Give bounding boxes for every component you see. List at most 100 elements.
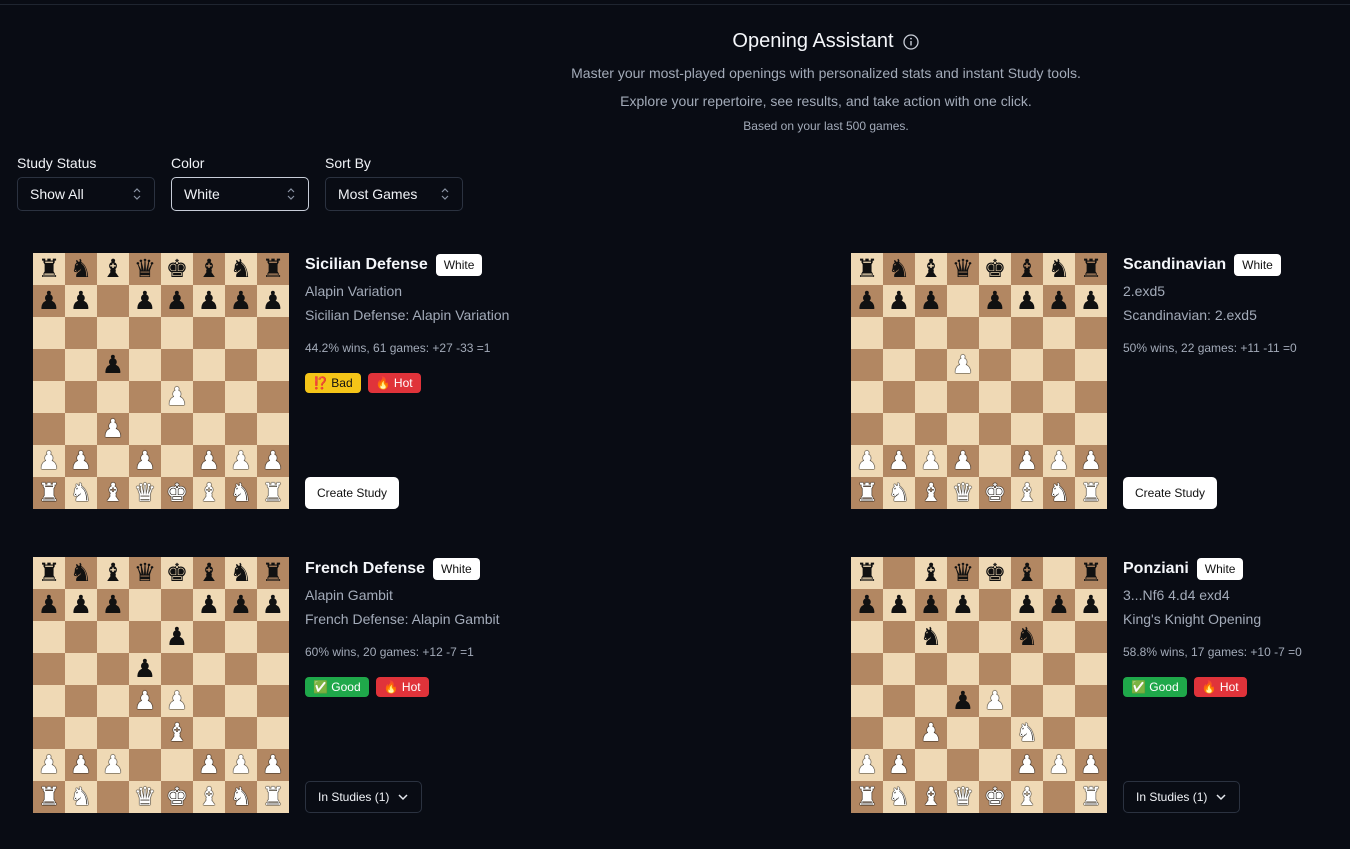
board-square: [1075, 653, 1107, 685]
board-square: [1043, 653, 1075, 685]
black-pawn-icon: ♟: [197, 286, 221, 315]
board-square: ♛: [129, 477, 161, 509]
board-square: ♝: [193, 253, 225, 285]
board-square: [1043, 717, 1075, 749]
black-pawn-icon: ♟: [133, 654, 157, 683]
board-square: [979, 381, 1011, 413]
board-square: ♝: [97, 253, 129, 285]
white-bishop-icon: ♝: [165, 718, 189, 747]
black-pawn-icon: ♟: [197, 590, 221, 619]
study-status-select[interactable]: Show All: [17, 177, 155, 211]
board-square: ♞: [65, 477, 97, 509]
board-square: [979, 413, 1011, 445]
board-square: [851, 317, 883, 349]
board-square: [947, 621, 979, 653]
board-square: [883, 621, 915, 653]
board-square: ♟: [129, 445, 161, 477]
board-square: [33, 685, 65, 717]
board-square: [915, 349, 947, 381]
board-square: ♜: [1075, 253, 1107, 285]
board-square: [883, 717, 915, 749]
white-pawn-icon: ♟: [1047, 750, 1071, 779]
board-square: [193, 621, 225, 653]
black-pawn-icon: ♟: [1015, 590, 1039, 619]
black-knight-icon: ♞: [1047, 254, 1071, 283]
board-square: ♜: [1075, 781, 1107, 813]
board-square: ♚: [979, 557, 1011, 589]
board-square: [257, 317, 289, 349]
board-square: [65, 317, 97, 349]
white-bishop-icon: ♝: [919, 478, 943, 507]
board-square: ♞: [1043, 477, 1075, 509]
board-square: [193, 685, 225, 717]
board-square: [193, 413, 225, 445]
page-title: Opening Assistant: [732, 30, 894, 52]
black-pawn-icon: ♟: [1079, 286, 1103, 315]
black-rook-icon: ♜: [37, 558, 61, 587]
board-square: ♞: [225, 781, 257, 813]
chevron-down-icon: [1216, 794, 1226, 801]
board-square: [1043, 317, 1075, 349]
card-action: In Studies (1): [305, 781, 423, 813]
board-square: ♜: [33, 557, 65, 589]
board-square: ♛: [947, 781, 979, 813]
board-square: ♜: [257, 477, 289, 509]
board-square: ♟: [97, 349, 129, 381]
board-square: [1011, 413, 1043, 445]
board-square: ♜: [1075, 477, 1107, 509]
create-study-button[interactable]: Create Study: [305, 477, 400, 509]
board-square: [1043, 781, 1075, 813]
black-pawn-icon: ♟: [951, 686, 975, 715]
in-studies-dropdown[interactable]: In Studies (1): [305, 781, 423, 813]
white-pawn-icon: ♟: [887, 446, 911, 475]
opening-full-name: French Defense: Alapin Gambit: [305, 611, 500, 627]
board-square: [947, 653, 979, 685]
black-pawn-icon: ♟: [887, 286, 911, 315]
white-rook-icon: ♜: [1079, 478, 1103, 507]
board-square: ♟: [1075, 749, 1107, 781]
board-square: [1075, 317, 1107, 349]
info-icon[interactable]: [902, 33, 920, 51]
black-king-icon: ♚: [165, 558, 189, 587]
board-square: ♟: [161, 381, 193, 413]
black-pawn-icon: ♟: [101, 590, 125, 619]
opening-variation: Alapin Gambit: [305, 587, 393, 603]
board-square: ♟: [915, 717, 947, 749]
white-bishop-icon: ♝: [101, 478, 125, 507]
board-square: [1075, 381, 1107, 413]
card-action: Create Study: [1123, 477, 1218, 509]
in-studies-label: In Studies (1): [318, 790, 390, 804]
board-square: ♟: [947, 589, 979, 621]
board-square: ♟: [851, 445, 883, 477]
board-square: ♟: [33, 749, 65, 781]
white-rook-icon: ♜: [855, 478, 879, 507]
board-square: ♟: [193, 445, 225, 477]
board-square: [97, 621, 129, 653]
board-square: [161, 317, 193, 349]
board-square: ♜: [851, 477, 883, 509]
color-select[interactable]: White: [171, 177, 309, 211]
create-study-button[interactable]: Create Study: [1123, 477, 1218, 509]
board-square: ♟: [161, 285, 193, 317]
board-square: ♝: [1011, 781, 1043, 813]
opening-card: ♜ ♞ ♝ ♛ ♚ ♝ ♞ ♜ ♟ ♟ ♟ ♟ ♟ ♟ ♟ ♟ ♟ ♟ ♟ ♟ ♟ ♟ ♟ ♜ ♞ ♝ ♛ ♚ ♝ ♞ ♜ Scandina…: [851, 253, 1350, 509]
board-square: [65, 717, 97, 749]
board-square: [193, 317, 225, 349]
board-square: [851, 381, 883, 413]
opening-full-name: Scandinavian: 2.exd5: [1123, 307, 1257, 323]
in-studies-dropdown[interactable]: In Studies (1): [1123, 781, 1241, 813]
sort-by-select[interactable]: Most Games: [325, 177, 463, 211]
board-square: ♟: [915, 285, 947, 317]
black-king-icon: ♚: [165, 254, 189, 283]
color-filter: Color White: [171, 155, 309, 211]
board-square: [883, 317, 915, 349]
board-square: ♛: [947, 557, 979, 589]
page-subtitle-secondary: Explore your repertoire, see results, an…: [620, 93, 1032, 109]
chess-board: ♜ ♞ ♝ ♛ ♚ ♝ ♞ ♜ ♟ ♟ ♟ ♟ ♟ ♟ ♟ ♟ ♟ ♟ ♟ ♟ ♟ ♟ ♟ ♟ ♜ ♞ ♝ ♛ ♚ ♝ ♞ ♜: [33, 253, 289, 509]
board-square: [129, 381, 161, 413]
board-square: [129, 349, 161, 381]
board-square: ♞: [65, 253, 97, 285]
color-label: Color: [171, 155, 205, 171]
board-square: [225, 317, 257, 349]
white-knight-icon: ♞: [1047, 478, 1071, 507]
